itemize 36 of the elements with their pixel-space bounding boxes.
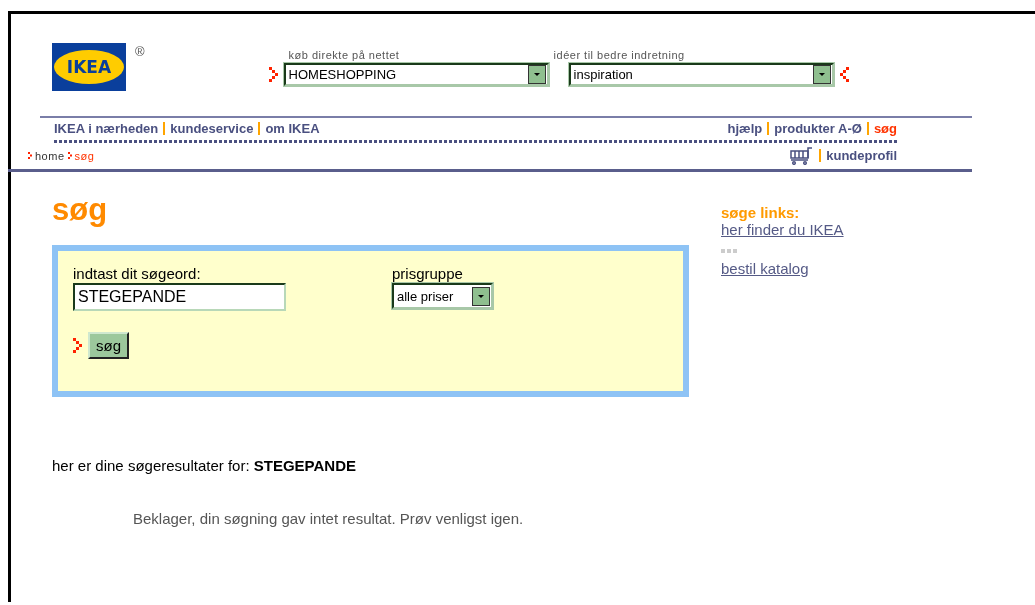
breadcrumb-link[interactable]: søg	[74, 149, 95, 162]
search-button[interactable]: søg	[88, 332, 129, 359]
dropdown-label: køb direkte på nettet	[288, 49, 401, 61]
ikea-logo[interactable]: IKEA	[52, 43, 126, 91]
results-heading: her er dine søgeresultater for: STEGEPANDE	[52, 457, 357, 474]
dots-icon	[721, 249, 737, 253]
price-select[interactable]: alle priser	[392, 283, 493, 309]
page-title: søg	[52, 191, 109, 229]
search-field[interactable]: STEGEPANDE	[73, 283, 286, 311]
chevron-right-icon	[73, 338, 82, 353]
chevron-right-icon	[28, 152, 32, 159]
registered-mark: ®	[135, 45, 145, 58]
nav-link[interactable]: IKEA i nærheden	[54, 121, 159, 136]
chevron-left-icon	[839, 67, 849, 82]
dropdown-label: idéer til bedre indretning	[553, 49, 686, 61]
profile-link[interactable]: kundeprofil	[826, 148, 897, 163]
no-results-message: Beklager, din søgning gav intet resultat. Prøv venligst igen.	[133, 510, 525, 527]
field-label: prisgruppe	[392, 265, 464, 282]
caret-down-icon	[532, 72, 541, 77]
nav-link[interactable]: om IKEA	[265, 121, 320, 136]
dropdown-select[interactable]: HOMESHOPPING	[283, 63, 549, 86]
sidebar-link[interactable]: her finder du IKEA	[721, 221, 844, 238]
nav-link[interactable]: kundeservice	[170, 121, 254, 136]
chevron-right-icon	[268, 67, 278, 82]
nav-link[interactable]: hjælp	[727, 121, 763, 136]
cart-icon[interactable]	[790, 146, 815, 165]
nav-link[interactable]: produkter A-Ø	[774, 121, 862, 136]
sidebar-title: søge links:	[721, 204, 801, 221]
field-label: indtast dit søgeord:	[73, 265, 202, 282]
dropdown-select[interactable]: inspiration	[568, 63, 834, 86]
caret-down-icon	[477, 293, 485, 299]
caret-down-icon	[817, 72, 826, 77]
sidebar-link[interactable]: bestil katalog	[721, 260, 844, 277]
nav-link[interactable]: søg	[873, 121, 897, 136]
chevron-right-icon	[67, 152, 72, 159]
breadcrumb-link[interactable]: home	[35, 149, 65, 162]
